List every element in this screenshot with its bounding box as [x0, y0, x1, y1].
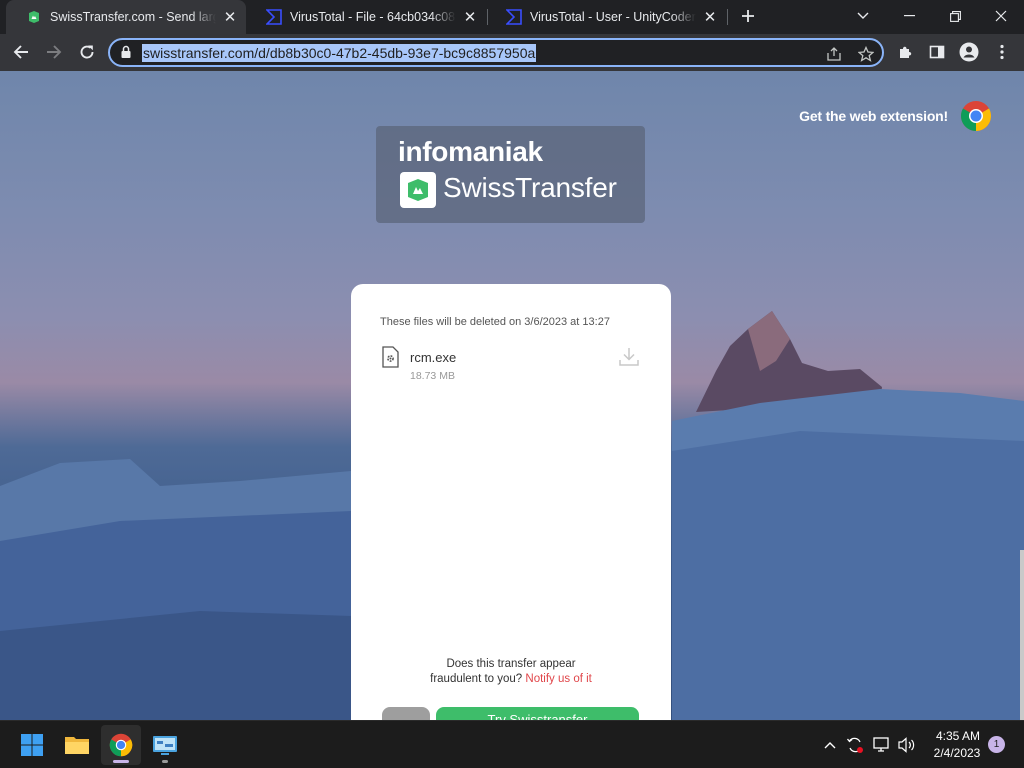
browser-toolbar: swisstransfer.com/d/db8b30c0-47b2-45db-9…: [0, 34, 1024, 71]
arrow-left-icon: [13, 45, 28, 59]
tab-title: SwissTransfer.com - Send large fil: [50, 10, 216, 24]
running-indicator: [162, 760, 168, 763]
extensions-button[interactable]: [891, 37, 921, 67]
secondary-button[interactable]: [382, 707, 430, 720]
close-window-button[interactable]: [978, 0, 1024, 32]
swisstransfer-wordmark: SwissTransfer: [443, 172, 617, 203]
tab-search-button[interactable]: [840, 0, 886, 32]
brand-logo: infomaniak SwissTransfer: [376, 126, 645, 223]
chrome-icon: [109, 733, 133, 757]
tab-swisstransfer[interactable]: SwissTransfer.com - Send large fil ✕: [6, 0, 246, 34]
restore-button[interactable]: [932, 0, 978, 32]
chevron-down-icon: [857, 12, 869, 19]
address-bar[interactable]: swisstransfer.com/d/db8b30c0-47b2-45db-9…: [108, 38, 884, 67]
network-icon[interactable]: [872, 735, 892, 755]
tab-close-icon[interactable]: ✕: [220, 7, 240, 27]
chrome-taskbar-button[interactable]: [101, 725, 141, 765]
minimize-button[interactable]: [886, 0, 932, 32]
tab-title: VirusTotal - File - 64cb034c0853e: [290, 10, 456, 24]
sync-status-icon[interactable]: [845, 735, 865, 755]
windows-logo-icon: [21, 734, 43, 756]
new-tab-button[interactable]: [725, 0, 771, 32]
minimize-icon: [903, 15, 915, 17]
kebab-menu-icon: [1000, 44, 1004, 60]
try-swisstransfer-button[interactable]: Try Swisstransfer: [436, 707, 639, 720]
clock-date[interactable]: 2/4/2023: [928, 746, 986, 760]
forward-button[interactable]: [39, 37, 69, 67]
close-icon: [995, 10, 1007, 22]
expiry-note: These files will be deleted on 3/6/2023 …: [380, 316, 610, 328]
start-button[interactable]: [12, 725, 52, 765]
tab-close-icon[interactable]: ✕: [460, 7, 480, 27]
tab-title: VirusTotal - User - UnityCoder0x2: [530, 10, 696, 24]
transfer-card: These files will be deleted on 3/6/2023 …: [351, 284, 671, 720]
side-panel-icon: [929, 45, 945, 59]
volume-icon[interactable]: [897, 735, 917, 755]
reload-icon: [80, 45, 94, 59]
arrow-right-icon: [47, 45, 62, 59]
file-name[interactable]: rcm.exe: [410, 350, 456, 365]
tab-virustotal-user[interactable]: VirusTotal - User - UnityCoder0x2 ✕: [486, 0, 726, 34]
notification-badge[interactable]: 1: [988, 736, 1005, 753]
active-indicator: [113, 760, 129, 763]
reload-button[interactable]: [72, 37, 102, 67]
share-icon[interactable]: [824, 44, 844, 64]
file-gear-icon: [382, 346, 399, 368]
fraud-question-text: fraudulent to you?: [430, 673, 523, 685]
control-panel-button[interactable]: [145, 725, 185, 765]
taskbar: 4:35 AM 2/4/2023 1: [0, 720, 1024, 768]
scrollbar[interactable]: [1020, 550, 1024, 720]
file-explorer-button[interactable]: [57, 725, 97, 765]
avatar-icon: [959, 42, 979, 62]
fraud-question: Does this transfer appear: [446, 658, 576, 670]
download-icon[interactable]: [618, 346, 640, 368]
url-text[interactable]: swisstransfer.com/d/db8b30c0-47b2-45db-9…: [142, 44, 537, 62]
bookmark-star-icon[interactable]: [856, 44, 876, 64]
back-button[interactable]: [6, 37, 36, 67]
plus-icon: [742, 10, 754, 22]
chevron-up-icon: [824, 742, 836, 749]
chrome-logo-icon[interactable]: [960, 100, 992, 132]
profile-button[interactable]: [954, 37, 984, 67]
file-size: 18.73 MB: [410, 370, 455, 382]
menu-button[interactable]: [987, 37, 1017, 67]
tab-virustotal-file[interactable]: VirusTotal - File - 64cb034c0853e ✕: [246, 0, 486, 34]
page-viewport: Get the web extension! infomaniak SwissT…: [0, 71, 1024, 720]
swisstransfer-favicon-icon: [26, 9, 42, 25]
virustotal-favicon-icon: [266, 9, 282, 25]
puzzle-icon: [900, 46, 912, 58]
side-panel-button[interactable]: [922, 37, 952, 67]
folder-icon: [65, 737, 89, 754]
notify-link[interactable]: Notify us of it: [525, 673, 591, 685]
virustotal-favicon-icon: [506, 9, 522, 25]
control-panel-icon: [153, 736, 177, 755]
tab-close-icon[interactable]: ✕: [700, 7, 720, 27]
restore-icon: [949, 10, 961, 22]
swisstransfer-logo-icon: [400, 172, 436, 208]
infomaniak-wordmark: infomaniak: [398, 136, 543, 167]
fraud-question-line2: fraudulent to you? Notify us of it: [351, 673, 671, 685]
show-hidden-icons-button[interactable]: [820, 735, 840, 755]
clock-time[interactable]: 4:35 AM: [930, 729, 986, 743]
lock-icon[interactable]: [120, 45, 132, 64]
tab-strip: SwissTransfer.com - Send large fil ✕ Vir…: [0, 0, 1024, 34]
web-extension-link[interactable]: Get the web extension!: [799, 108, 948, 124]
